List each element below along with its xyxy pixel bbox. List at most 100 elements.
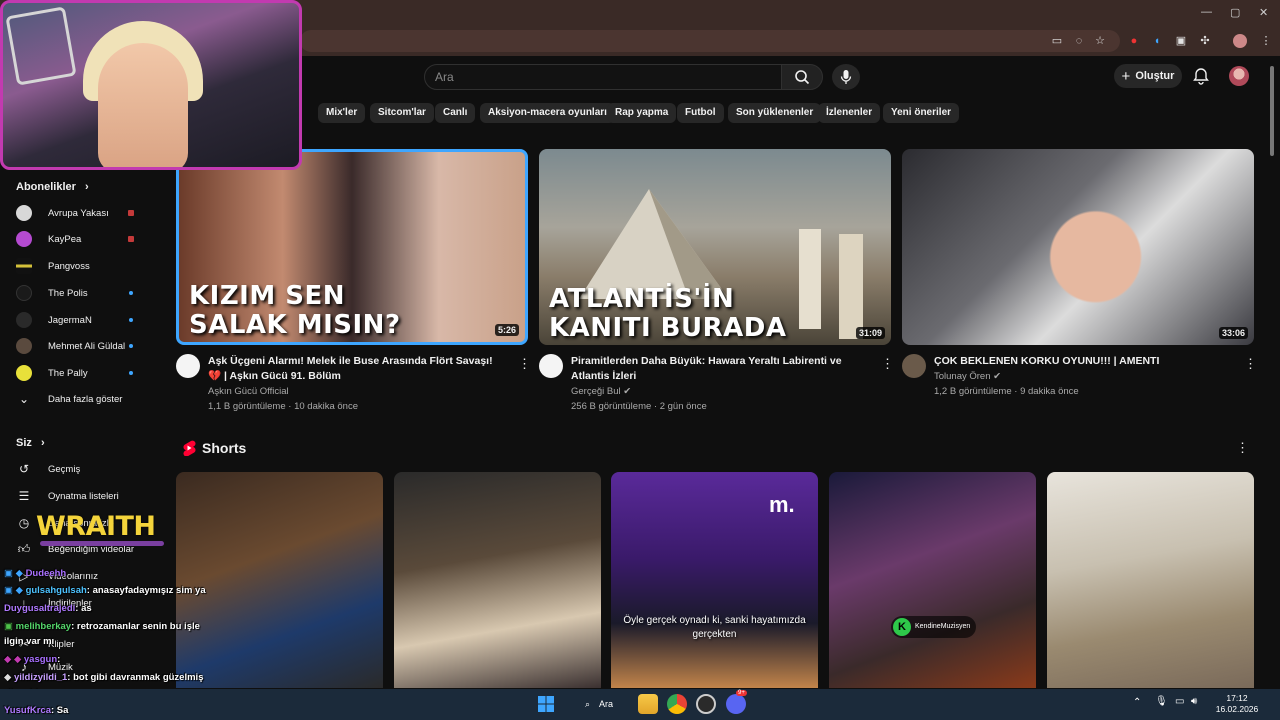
more-actions-icon[interactable]: ⋮: [518, 356, 531, 372]
video-thumbnail[interactable]: ATLANTİS'İN KANITI BURADA 31:09: [539, 149, 891, 345]
sidebar-sub-mehmet-ali-guldal[interactable]: Mehmet Ali Güldal: [16, 336, 146, 356]
create-button[interactable]: + Oluştur: [1114, 64, 1182, 88]
menu-dots-icon[interactable]: ⋮: [1259, 34, 1273, 48]
thumbnail-text-line: KIZIM SEN: [189, 281, 346, 311]
taskbar-clock[interactable]: 17:12 16.02.2026: [1207, 693, 1267, 715]
chip-watched[interactable]: İzlenenler: [818, 103, 881, 123]
close-icon[interactable]: ✕: [1259, 6, 1268, 19]
shorts-logo-icon: [183, 440, 196, 456]
maximize-icon[interactable]: ▢: [1230, 6, 1240, 19]
chat-line: YusufKrca: Sa: [4, 705, 68, 716]
sidebar-sub-the-pally[interactable]: The Pally: [16, 363, 146, 383]
duration-badge: 5:26: [494, 324, 519, 336]
subscriptions-header[interactable]: Abonelikler ›: [16, 181, 89, 193]
video-title[interactable]: Piramitlerden Daha Büyük: Hawara Yeraltı…: [571, 354, 871, 384]
chrome-icon[interactable]: [667, 694, 687, 714]
chat-message: : Sa: [51, 705, 69, 716]
extension-icon[interactable]: ▣: [1174, 34, 1188, 48]
chip-rap[interactable]: Rap yapma: [607, 103, 677, 123]
sidebar-sub-avrupa-yakasi[interactable]: Avrupa Yakası: [16, 203, 146, 223]
chevron-right-icon: ›: [40, 437, 45, 449]
sidebar-item-playlists[interactable]: ☰ Oynatma listeleri: [16, 486, 146, 506]
taskbar-search[interactable]: ⌕ Ara: [583, 694, 631, 714]
short-thumbnail[interactable]: m. Öyle gerçek oynadı ki, sanki hayatımı…: [611, 472, 818, 688]
sidebar-item-history[interactable]: ↺ Geçmiş: [16, 459, 146, 479]
chat-message: : bot gibi davranmak güzelmiş: [67, 672, 204, 683]
live-indicator-icon: [128, 236, 134, 242]
new-content-dot-icon: [129, 291, 133, 295]
chip-live[interactable]: Canlı: [435, 103, 476, 123]
sidebar-sub-kaypea[interactable]: KayPea: [16, 229, 146, 249]
verified-badge-icon: ✔: [623, 386, 632, 397]
file-explorer-icon[interactable]: [638, 694, 658, 714]
search-button[interactable]: [781, 64, 823, 90]
notification-badge: 9+: [736, 690, 747, 696]
chip-recently-uploaded[interactable]: Son yüklenenler: [728, 103, 822, 123]
chat-message: ilgin var mı: [4, 636, 55, 647]
subscriptions-label: Abonelikler: [16, 181, 76, 193]
windows-start-icon[interactable]: [538, 696, 554, 712]
short-thumbnail[interactable]: [1047, 472, 1254, 688]
volume-icon[interactable]: 🔊︎: [1191, 696, 1197, 707]
sidebar-item-label: The Polis: [48, 287, 88, 299]
search-input[interactable]: Ara: [424, 64, 782, 90]
channel-avatar[interactable]: [902, 354, 926, 378]
video-thumbnail[interactable]: KIZIM SEN SALAK MISIN? 5:26: [176, 149, 528, 345]
bookmark-star-icon[interactable]: ☆: [1093, 34, 1107, 48]
shorts-more-icon[interactable]: ⋮: [1236, 440, 1249, 456]
extension-audio-icon[interactable]: ◖: [1150, 34, 1164, 48]
chat-username: melihberkay: [15, 621, 72, 632]
chip-football[interactable]: Futbol: [677, 103, 724, 123]
chat-message: :: [57, 654, 61, 665]
you-header[interactable]: Siz ›: [16, 437, 45, 449]
more-actions-icon[interactable]: ⋮: [881, 356, 894, 372]
sidebar-sub-pangvoss[interactable]: Pangvoss: [16, 256, 146, 276]
chat-line: ◆ ◆ yasgun:: [4, 654, 60, 665]
channel-name[interactable]: Gerçeği Bul ✔: [571, 386, 631, 397]
network-icon[interactable]: ▭: [1175, 696, 1184, 707]
sidebar-item-label: Mehmet Ali Güldal: [48, 340, 126, 352]
short-thumbnail[interactable]: K KendineMuzisyen: [829, 472, 1036, 688]
cast-icon[interactable]: ▭: [1050, 34, 1064, 48]
discord-icon[interactable]: 9+: [726, 690, 747, 714]
video-thumbnail[interactable]: 33:06: [902, 149, 1254, 345]
video-title[interactable]: Aşk Üçgeni Alarmı! Melek ile Buse Arasın…: [208, 354, 508, 384]
channel-avatar[interactable]: [539, 354, 563, 378]
clock-icon: ◷: [18, 516, 30, 530]
chip-action-adventure[interactable]: Aksiyon-macera oyunları: [480, 103, 615, 123]
channel-avatar[interactable]: [176, 354, 200, 378]
chip-mixes[interactable]: Mix'ler: [318, 103, 366, 123]
show-more-button[interactable]: ⌄ Daha fazla göster: [16, 389, 146, 409]
chevron-up-icon[interactable]: ⌃: [1133, 697, 1141, 708]
chip-new-to-you[interactable]: Yeni öneriler: [883, 103, 960, 123]
microphone-tray-icon[interactable]: 🎙︎: [1155, 696, 1168, 707]
short-thumbnail[interactable]: [176, 472, 383, 688]
voice-search-button[interactable]: [832, 64, 860, 90]
eye-off-icon[interactable]: ◌: [1072, 34, 1086, 48]
account-avatar[interactable]: [1229, 66, 1249, 86]
extension-record-icon[interactable]: ●: [1127, 34, 1141, 48]
address-bar[interactable]: [300, 30, 1120, 52]
chat-username: Duygusaltrajedi: [4, 603, 76, 614]
channel-name[interactable]: Aşkın Gücü Official: [208, 386, 289, 397]
puzzle-icon[interactable]: ✣: [1198, 34, 1212, 48]
channel-name[interactable]: Tolunay Ören ✔: [934, 371, 1001, 382]
minimize-icon[interactable]: —: [1201, 6, 1212, 18]
obs-icon[interactable]: [696, 694, 716, 714]
chip-sitcoms[interactable]: Sitcom'lar: [370, 103, 434, 123]
chat-badge-icon: ▣: [4, 621, 16, 632]
chat-message: : as: [75, 603, 92, 614]
chat-line: ◆ yildizyildi_1: bot gibi davranmak güze…: [4, 672, 203, 683]
video-meta: 1,2 B görüntüleme · 9 dakika önce: [934, 386, 1079, 397]
sidebar-sub-the-polis[interactable]: The Polis: [16, 283, 146, 303]
more-actions-icon[interactable]: ⋮: [1244, 356, 1257, 372]
short-thumbnail[interactable]: [394, 472, 601, 688]
sidebar-item-label: Pangvoss: [48, 260, 90, 272]
notifications-bell-icon[interactable]: [1192, 67, 1210, 85]
channel-avatar: [16, 205, 32, 221]
video-title[interactable]: ÇOK BEKLENEN KORKU OYUNU!!! | AMENTI: [934, 354, 1234, 369]
chat-line: Duygusaltrajedi: as: [4, 603, 92, 614]
sidebar-sub-jagerman[interactable]: JagermaN: [16, 310, 146, 330]
page-scrollbar[interactable]: [1270, 66, 1274, 156]
profile-icon[interactable]: [1233, 34, 1247, 48]
